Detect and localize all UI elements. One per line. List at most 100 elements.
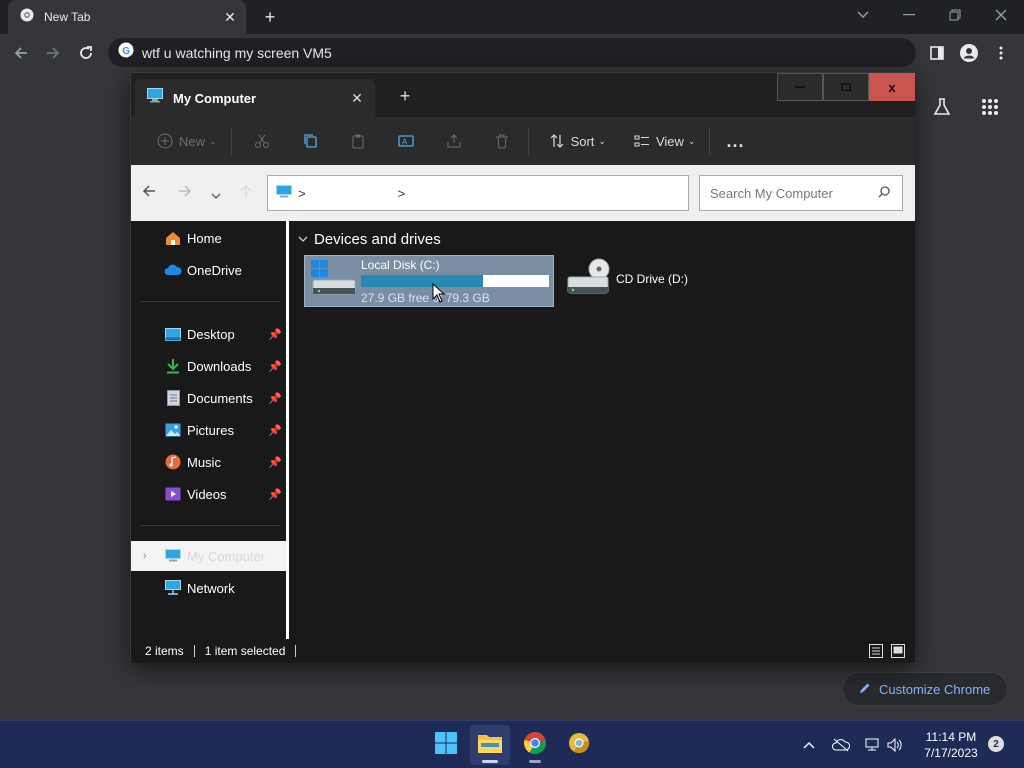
apps-grid-icon[interactable] xyxy=(975,92,1005,122)
side-panel-icon[interactable] xyxy=(924,40,950,66)
back-icon[interactable] xyxy=(8,40,34,66)
volume-icon[interactable] xyxy=(884,735,906,755)
document-icon xyxy=(163,388,183,408)
divider xyxy=(193,645,195,657)
chrome-icon xyxy=(523,731,547,760)
omnibox[interactable]: G wtf u watching my screen VM5 xyxy=(108,38,916,67)
forward-arrow-icon[interactable] xyxy=(177,183,199,205)
divider xyxy=(141,525,281,526)
collapse-chevron-icon[interactable] xyxy=(298,234,308,246)
breadcrumb-separator[interactable]: > xyxy=(298,186,306,201)
reload-icon[interactable] xyxy=(73,40,99,66)
view-button[interactable]: View ⌄ xyxy=(628,127,696,155)
details-view-icon[interactable] xyxy=(869,644,883,661)
up-arrow-icon[interactable] xyxy=(239,183,257,201)
network-status-icon[interactable] xyxy=(862,735,884,755)
new-tab-button[interactable]: + xyxy=(258,6,282,28)
explorer-close-button[interactable]: x xyxy=(869,73,915,101)
sort-button[interactable]: Sort ⌄ xyxy=(543,127,606,155)
mouse-cursor-icon xyxy=(432,282,446,308)
pin-icon[interactable]: 📌 xyxy=(268,456,282,469)
explorer-new-tab-button[interactable]: + xyxy=(393,85,417,107)
group-header[interactable]: Devices and drives xyxy=(298,231,441,248)
nav-item-my-computer[interactable]: › My Computer xyxy=(131,541,286,571)
cloud-offline-icon[interactable] xyxy=(830,735,852,755)
pin-icon[interactable]: 📌 xyxy=(268,488,282,501)
nav-item-downloads[interactable]: Downloads 📌 xyxy=(131,351,286,381)
nav-item-network[interactable]: Network xyxy=(131,573,286,603)
minimize-icon[interactable] xyxy=(886,0,932,30)
search-input[interactable]: Search My Computer xyxy=(699,175,903,211)
explorer-tab-title: My Computer xyxy=(173,90,257,106)
paste-icon[interactable] xyxy=(344,127,372,155)
plus-circle-icon xyxy=(151,127,179,155)
profile-avatar-icon[interactable] xyxy=(956,40,982,66)
address-bar[interactable]: > > xyxy=(267,175,689,211)
pin-icon[interactable]: 📌 xyxy=(268,424,282,437)
rename-icon[interactable]: A xyxy=(392,127,420,155)
windows-taskbar: 11:14 PM 7/17/2023 2 xyxy=(0,720,1024,768)
cut-icon[interactable] xyxy=(248,127,276,155)
nav-item-documents[interactable]: Documents 📌 xyxy=(131,383,286,413)
svg-text:A: A xyxy=(402,138,408,147)
back-arrow-icon[interactable] xyxy=(141,183,163,205)
chrome-favicon-icon xyxy=(20,8,34,27)
nav-item-music[interactable]: Music 📌 xyxy=(131,447,286,477)
close-tab-icon[interactable]: ✕ xyxy=(220,7,240,27)
close-window-icon[interactable] xyxy=(978,0,1024,30)
divider xyxy=(709,127,711,155)
nav-label: Music xyxy=(187,454,221,470)
nav-item-onedrive[interactable]: OneDrive xyxy=(131,255,286,285)
system-clock[interactable]: 11:14 PM 7/17/2023 xyxy=(916,729,986,761)
tab-new-tab[interactable]: New Tab ✕ xyxy=(8,0,246,34)
explorer-minimize-icon[interactable] xyxy=(777,73,823,101)
computer-icon xyxy=(147,88,163,108)
close-explorer-tab-icon[interactable]: ✕ xyxy=(345,90,369,107)
explorer-title-bar: My Computer ✕ + x xyxy=(131,73,915,117)
pictures-icon xyxy=(163,420,183,440)
taskbar-canary[interactable] xyxy=(559,725,599,765)
labs-flask-icon[interactable] xyxy=(927,92,957,122)
explorer-maximize-icon[interactable] xyxy=(823,73,869,101)
forward-icon[interactable] xyxy=(40,40,66,66)
chrome-menu-icon[interactable] xyxy=(988,40,1014,66)
omnibox-text: wtf u watching my screen VM5 xyxy=(142,44,332,61)
expand-chevron-icon[interactable]: › xyxy=(143,550,147,562)
start-button[interactable] xyxy=(426,725,466,765)
pin-icon[interactable]: 📌 xyxy=(268,392,282,405)
pin-icon[interactable]: 📌 xyxy=(268,360,282,373)
share-icon[interactable] xyxy=(440,127,468,155)
desktop-icon xyxy=(163,324,183,344)
recent-locations-chevron-icon[interactable] xyxy=(211,187,225,201)
chrome-canary-icon xyxy=(567,731,591,760)
divider xyxy=(141,301,281,302)
tab-search-icon[interactable] xyxy=(840,0,886,30)
tab-title: New Tab xyxy=(44,10,91,24)
nav-item-home[interactable]: Home xyxy=(131,223,286,253)
selection-count: 1 item selected xyxy=(204,644,286,658)
search-icon[interactable] xyxy=(878,185,890,201)
more-options-button[interactable]: ... xyxy=(726,131,744,152)
nav-label: Home xyxy=(187,230,222,246)
delete-icon[interactable] xyxy=(488,127,516,155)
restore-icon[interactable] xyxy=(932,0,978,30)
explorer-tab[interactable]: My Computer ✕ xyxy=(135,79,375,117)
drive-tile-local-disk-c[interactable]: Local Disk (C:) 27.9 GB free of 79.3 GB xyxy=(304,255,554,307)
large-icons-view-icon[interactable] xyxy=(891,644,905,661)
pin-icon[interactable]: 📌 xyxy=(268,328,282,341)
nav-label: Documents xyxy=(187,390,253,406)
drive-tile-cd-drive-d[interactable]: CD Drive (D:) xyxy=(564,257,688,301)
breadcrumb-separator[interactable]: > xyxy=(398,186,406,201)
taskbar-chrome[interactable] xyxy=(515,725,555,765)
show-hidden-icons-chevron-icon[interactable] xyxy=(798,735,820,755)
customize-chrome-button[interactable]: Customize Chrome xyxy=(842,672,1008,706)
copy-icon[interactable] xyxy=(296,127,324,155)
nav-item-pictures[interactable]: Pictures 📌 xyxy=(131,415,286,445)
taskbar-file-explorer[interactable] xyxy=(470,725,510,765)
new-button[interactable]: New ⌄ xyxy=(151,127,217,155)
nav-item-videos[interactable]: Videos 📌 xyxy=(131,479,286,509)
chevron-down-icon: ⌄ xyxy=(687,135,696,146)
google-icon: G xyxy=(118,42,134,63)
nav-item-desktop[interactable]: Desktop 📌 xyxy=(131,319,286,349)
notification-badge[interactable]: 2 xyxy=(988,736,1004,752)
